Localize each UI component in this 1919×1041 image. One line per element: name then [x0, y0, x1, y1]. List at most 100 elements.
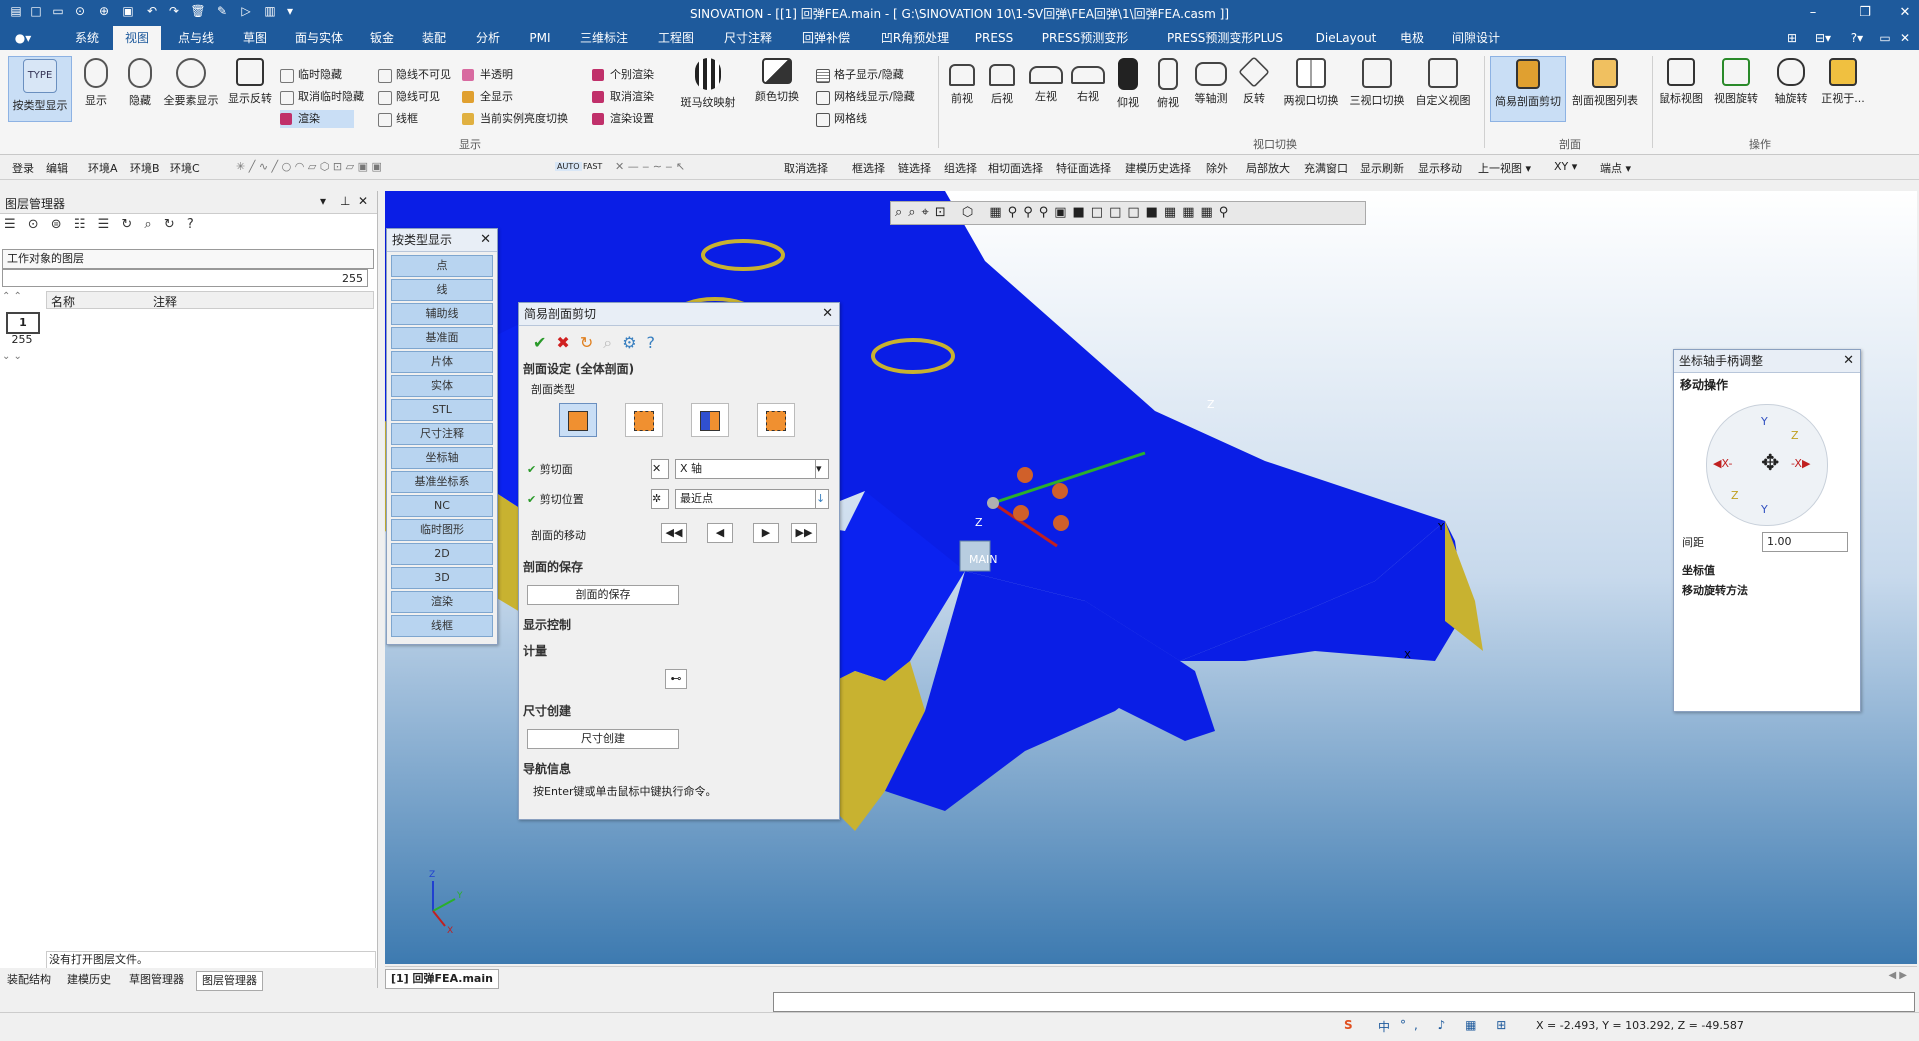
tab-gap-design[interactable]: 间隙设计 [1444, 26, 1508, 50]
help-icon[interactable]: ? [647, 333, 666, 352]
type-btn-nc[interactable]: NC [391, 495, 493, 517]
pin-icon[interactable]: ⊥ [340, 194, 350, 208]
minus-z-icon[interactable]: Z [1731, 489, 1739, 502]
local-zoom-button[interactable]: 局部放大 [1246, 160, 1290, 176]
tab-scroll-icons[interactable]: ◀ ▶ [1888, 970, 1907, 981]
type-btn-2d[interactable]: 2D [391, 543, 493, 565]
minimize-button[interactable]: – [1793, 0, 1833, 26]
settings-icon[interactable]: ⚙ [622, 333, 646, 352]
type-btn-stl[interactable]: STL [391, 399, 493, 421]
view-rotate-button[interactable]: 视图旋转 [1708, 56, 1764, 120]
ribbon-minimize-icon[interactable]: ▭ [1876, 26, 1894, 50]
save-section-button[interactable]: 剖面的保存 [527, 585, 679, 605]
axis-rotate-button[interactable]: 轴旋转 [1766, 56, 1816, 120]
type-btn-sheet[interactable]: 片体 [391, 351, 493, 373]
show-all-elements-button[interactable]: 全要素显示 [160, 56, 222, 120]
cancel-icon[interactable]: ✖ [556, 333, 579, 352]
nav-info-header[interactable]: 导航信息 [523, 759, 843, 779]
box-select-button[interactable]: 框选择 [852, 160, 885, 176]
move-next-button[interactable]: ▶ [753, 523, 779, 543]
layer-toolbar-icons[interactable]: ☰ ⊙ ⊜ ☷ ☰ ↻ ⌕ ↻ ? [4, 217, 198, 232]
save-section-header[interactable]: 剖面的保存 [523, 557, 843, 577]
snap-icon[interactable]: ✲ [651, 489, 669, 509]
move-method-header[interactable]: 移动旋转方法 [1682, 582, 1748, 598]
tab-system[interactable]: 系统 [66, 26, 108, 50]
custom-view-button[interactable]: 自定义视图 [1412, 56, 1474, 120]
tab-springback[interactable]: 回弹补偿 [794, 26, 858, 50]
panel-dropdown-icon[interactable]: ▾ [320, 194, 326, 208]
ok-icon[interactable]: ✔ [533, 333, 556, 352]
axis-panel-close-icon[interactable]: ✕ [1843, 350, 1854, 372]
ribbon-close-icon[interactable]: ✕ [1896, 26, 1914, 50]
panel-close-icon[interactable]: ✕ [358, 194, 368, 208]
ime-logo-icon[interactable]: S [1344, 1018, 1353, 1032]
search-icon[interactable]: ⌕ [603, 333, 622, 352]
window-layout-icon[interactable]: ⊟▾ [1808, 26, 1838, 50]
dimension-create-button[interactable]: 尺寸创建 [527, 729, 679, 749]
env-b-button[interactable]: 环境B [130, 160, 160, 176]
tab-modeling-history[interactable]: 建模历史 [62, 971, 116, 989]
tab-fillet-preprocess[interactable]: 凹R角预处理 [872, 26, 958, 50]
section-type-1-button[interactable] [559, 403, 597, 437]
history-select-button[interactable]: 建模历史选择 [1125, 160, 1191, 176]
display-invert-button[interactable]: 显示反转 [224, 56, 276, 120]
tangent-select-button[interactable]: 相切面选择 [988, 160, 1043, 176]
tab-pmi[interactable]: PMI [522, 26, 558, 50]
layer-filter-dropdown[interactable]: 工作对象的图层 [2, 249, 374, 269]
front-view-button[interactable]: 前视 [944, 56, 980, 120]
tab-layer-manager[interactable]: 图层管理器 [196, 971, 263, 991]
cancel-temp-hide-button[interactable]: 取消临时隐藏 [280, 88, 364, 106]
line-style-icons[interactable]: ✕ — ‒ ∼ ‒ ↖ [615, 160, 685, 173]
help-icon[interactable]: ?▾ [1842, 26, 1872, 50]
minus-y-icon[interactable]: Y [1761, 503, 1768, 516]
tab-dimension-note[interactable]: 尺寸注释 [716, 26, 780, 50]
spacing-input[interactable]: 1.00 [1762, 532, 1848, 552]
tab-sheetmetal[interactable]: 钣金 [362, 26, 402, 50]
ime-mode-label[interactable]: 中 [1378, 1018, 1390, 1035]
tab-assembly[interactable]: 装配 [414, 26, 454, 50]
section-type-3-button[interactable] [691, 403, 729, 437]
sketch-tools-icons[interactable]: ✳ ╱ ∿ ╱ ○ ◠ ▱ ⬡ ⊡ ▱ ▣ ▣ [236, 160, 382, 173]
axis-dial[interactable]: ✥ ◀X- -X▶ Y Y Z Z [1706, 404, 1828, 526]
tab-surface-solid[interactable]: 面与实体 [286, 26, 352, 50]
tab-sketch-manager[interactable]: 草图管理器 [124, 971, 189, 989]
env-c-button[interactable]: 环境C [170, 160, 200, 176]
three-viewport-button[interactable]: 三视口切换 [1346, 56, 1408, 120]
document-tab[interactable]: [1] 回弹FEA.main [385, 969, 499, 989]
tab-press-deform[interactable]: PRESS预测变形 [1030, 26, 1140, 50]
translucent-button[interactable]: 半透明 [462, 66, 513, 84]
bottom-view-button[interactable]: 仰视 [1110, 56, 1146, 120]
cut-pos-select[interactable]: 最近点 [675, 489, 817, 509]
login-button[interactable]: 登录 [12, 160, 34, 176]
edit-button[interactable]: 编辑 [46, 160, 68, 176]
scroll-up-icon[interactable]: ⌃ ⌃ [2, 291, 22, 302]
type-btn-dim-note[interactable]: 尺寸注释 [391, 423, 493, 445]
measure-header[interactable]: 计量 [523, 641, 843, 661]
type-btn-axis[interactable]: 坐标轴 [391, 447, 493, 469]
close-button[interactable]: ✕ [1885, 0, 1919, 26]
app-button[interactable]: ●▾ [8, 26, 38, 50]
left-view-button[interactable]: 左视 [1026, 56, 1066, 120]
section-setting-header[interactable]: 剖面设定 (全体剖面) [523, 359, 843, 379]
render-button[interactable]: 渲染 [280, 110, 354, 128]
show-all-button[interactable]: 全显示 [462, 88, 513, 106]
cancel-render-button[interactable]: 取消渲染 [592, 88, 654, 106]
type-btn-solid[interactable]: 实体 [391, 375, 493, 397]
fast-button[interactable]: FAST [583, 162, 602, 171]
render-settings-button[interactable]: 渲染设置 [592, 110, 654, 128]
ime-tools-icons[interactable]: °, ♪ ▦ ⊞ [1400, 1018, 1514, 1032]
back-view-button[interactable]: 后视 [984, 56, 1020, 120]
plus-y-icon[interactable]: Y [1761, 415, 1768, 428]
grid-toggle-button[interactable]: 格子显示/隐藏 [816, 66, 904, 84]
col-note-header[interactable]: 注释 [153, 293, 177, 310]
tab-press-deform-plus[interactable]: PRESS预测变形PLUS [1150, 26, 1300, 50]
snap-dropdown[interactable]: 端点 ▾ [1600, 160, 1631, 176]
hidden-line-invisible-button[interactable]: 隐线不可见 [378, 66, 451, 84]
auto-button[interactable]: AUTO [555, 162, 582, 171]
plus-z-icon[interactable]: Z [1791, 429, 1799, 442]
tab-dielayout[interactable]: DieLayout [1310, 26, 1382, 50]
hide-button[interactable]: 隐藏 [120, 56, 160, 120]
cut-pos-arrow-icon[interactable]: ↓ [815, 489, 829, 509]
gridline-button[interactable]: 网格线 [816, 110, 867, 128]
gridline-toggle-button[interactable]: 网格线显示/隐藏 [816, 88, 915, 106]
